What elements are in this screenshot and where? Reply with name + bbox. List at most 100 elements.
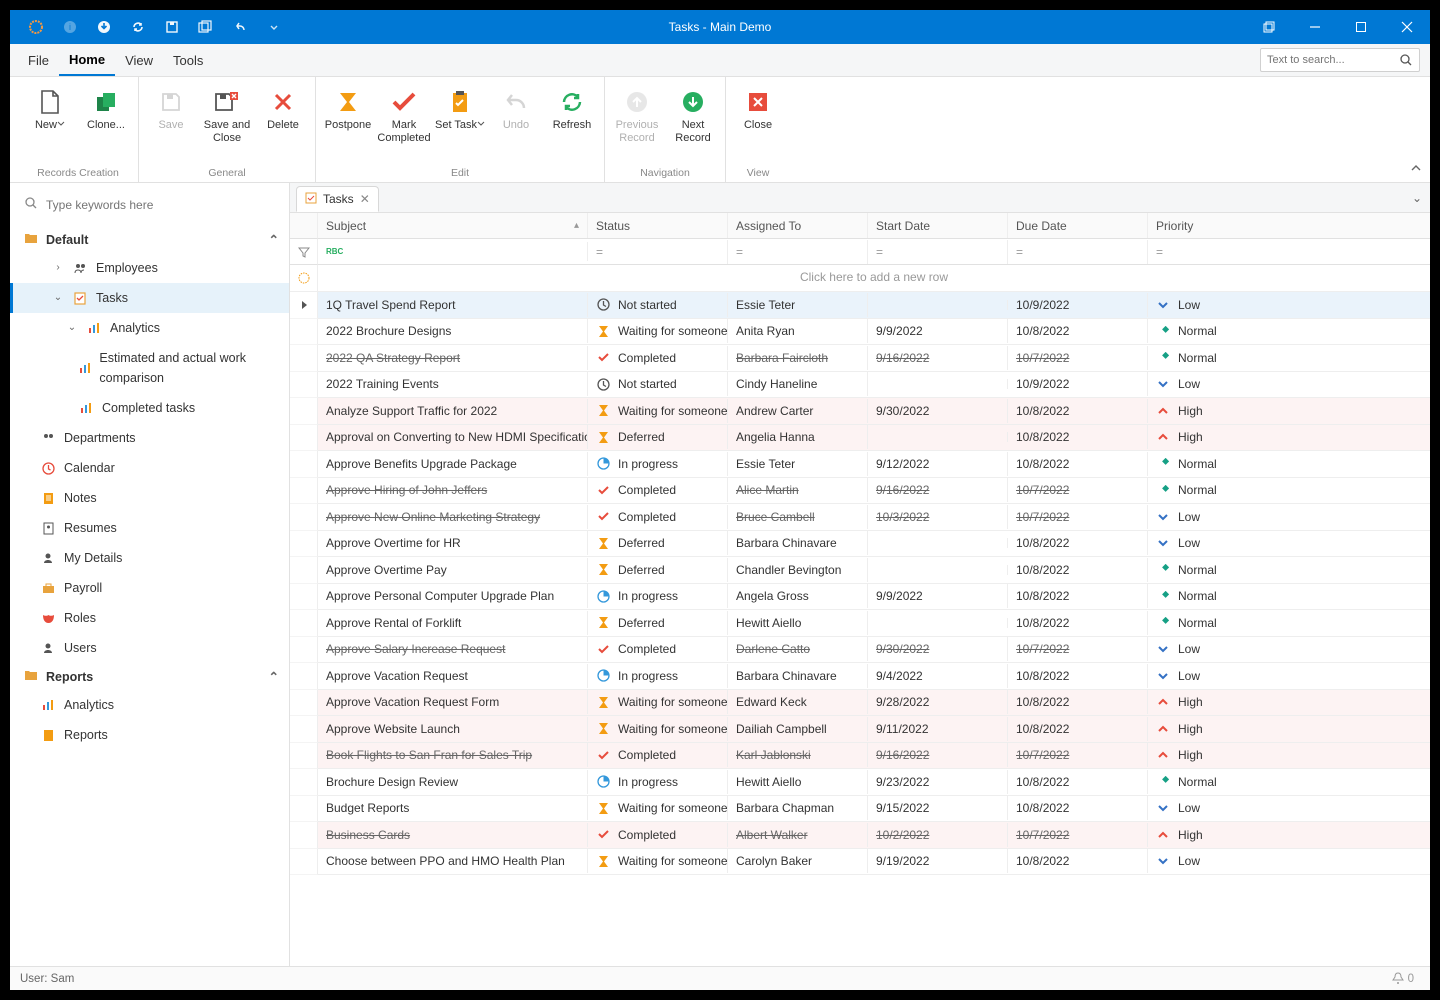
cell-priority[interactable]: Normal [1148, 584, 1278, 608]
cell-assigned[interactable]: Alice Martin [728, 478, 868, 502]
cell-subject[interactable]: Book Flights to San Fran for Sales Trip [318, 743, 588, 767]
cell-status[interactable]: In progress [588, 584, 728, 608]
cell-subject[interactable]: Approve Hiring of John Jeffers [318, 478, 588, 502]
cell-priority[interactable]: Normal [1148, 346, 1278, 370]
filter-priority[interactable]: = [1148, 240, 1278, 264]
row-indicator[interactable] [290, 610, 318, 637]
cell-priority[interactable]: High [1148, 743, 1278, 767]
table-row[interactable]: Approve Vacation RequestIn progressBarba… [318, 663, 1430, 690]
cell-due[interactable]: 10/8/2022 [1008, 717, 1148, 741]
search-icon[interactable] [1399, 53, 1413, 67]
cell-priority[interactable]: High [1148, 823, 1278, 847]
sidebar-item-notes[interactable]: Notes [10, 483, 289, 513]
cell-assigned[interactable]: Chandler Bevington [728, 558, 868, 582]
table-row[interactable]: Approve Website LaunchWaiting for someon… [318, 716, 1430, 743]
cell-due[interactable]: 10/7/2022 [1008, 823, 1148, 847]
cell-priority[interactable]: Normal [1148, 452, 1278, 476]
cell-subject[interactable]: Approve New Online Marketing Strategy [318, 505, 588, 529]
cell-status[interactable]: Completed [588, 505, 728, 529]
cell-due[interactable]: 10/8/2022 [1008, 452, 1148, 476]
filter-subject[interactable]: RBC [318, 242, 588, 261]
table-row[interactable]: Approve Personal Computer Upgrade PlanIn… [318, 584, 1430, 611]
cell-subject[interactable]: Approve Overtime for HR [318, 531, 588, 555]
cell-due[interactable]: 10/8/2022 [1008, 611, 1148, 635]
table-row[interactable]: Approve Rental of ForkliftDeferredHewitt… [318, 610, 1430, 637]
cell-priority[interactable]: Low [1148, 505, 1278, 529]
cell-due[interactable]: 10/8/2022 [1008, 796, 1148, 820]
sidebar-search-box[interactable] [18, 191, 281, 218]
cell-due[interactable]: 10/7/2022 [1008, 637, 1148, 661]
cell-assigned[interactable]: Andrew Carter [728, 399, 868, 423]
cell-status[interactable]: Not started [588, 293, 728, 317]
sidebar-item-completed-tasks[interactable]: Completed tasks [10, 393, 289, 423]
cell-assigned[interactable]: Anita Ryan [728, 319, 868, 343]
cell-status[interactable]: In progress [588, 664, 728, 688]
filter-due[interactable]: = [1008, 240, 1148, 264]
cell-status[interactable]: Waiting for someone else [588, 399, 728, 423]
cell-due[interactable]: 10/8/2022 [1008, 664, 1148, 688]
cell-subject[interactable]: Approval on Converting to New HDMI Speci… [318, 425, 588, 449]
filter-icon[interactable] [290, 239, 318, 265]
info-icon[interactable]: i [62, 19, 78, 35]
cell-start[interactable]: 9/30/2022 [868, 637, 1008, 661]
clone-button[interactable]: Clone... [78, 81, 134, 147]
cell-subject[interactable]: 1Q Travel Spend Report [318, 293, 588, 317]
cell-start[interactable] [868, 379, 1008, 389]
sidebar-item-mydetails[interactable]: My Details [10, 543, 289, 573]
cell-subject[interactable]: Approve Benefits Upgrade Package [318, 452, 588, 476]
cell-assigned[interactable]: Edward Keck [728, 690, 868, 714]
filter-status[interactable]: = [588, 240, 728, 264]
row-indicator[interactable] [290, 637, 318, 664]
sidebar-item-roles[interactable]: Roles [10, 603, 289, 633]
cell-due[interactable]: 10/9/2022 [1008, 293, 1148, 317]
cell-status[interactable]: Completed [588, 478, 728, 502]
delete-button[interactable]: Delete [255, 81, 311, 147]
cell-subject[interactable]: Approve Salary Increase Request [318, 637, 588, 661]
cell-start[interactable]: 9/11/2022 [868, 717, 1008, 741]
sidebar-item-analytics[interactable]: ⌄Analytics [10, 313, 289, 343]
cell-due[interactable]: 10/8/2022 [1008, 584, 1148, 608]
cell-due[interactable]: 10/8/2022 [1008, 849, 1148, 873]
new-row-cell[interactable]: Click here to add a new row [318, 265, 1430, 292]
save-close-button[interactable]: Save and Close [199, 81, 255, 147]
menu-file[interactable]: File [18, 44, 59, 76]
cell-subject[interactable]: Analyze Support Traffic for 2022 [318, 399, 588, 423]
cell-priority[interactable]: High [1148, 425, 1278, 449]
cell-status[interactable]: Deferred [588, 611, 728, 635]
cell-start[interactable]: 9/9/2022 [868, 319, 1008, 343]
table-row[interactable]: Budget ReportsWaiting for someone elseBa… [318, 796, 1430, 823]
sidebar-group-default[interactable]: Default ⌃ [10, 226, 289, 253]
cell-subject[interactable]: Approve Vacation Request [318, 664, 588, 688]
next-record-button[interactable]: Next Record [665, 81, 721, 147]
filter-start[interactable]: = [868, 240, 1008, 264]
cell-priority[interactable]: Normal [1148, 319, 1278, 343]
restore-window-icon[interactable] [1246, 10, 1292, 44]
sidebar-item-tasks[interactable]: ⌄Tasks [10, 283, 289, 313]
cell-status[interactable]: In progress [588, 770, 728, 794]
cell-priority[interactable]: Low [1148, 531, 1278, 555]
minimize-icon[interactable] [1292, 10, 1338, 44]
column-start[interactable]: Start Date [868, 213, 1008, 238]
cell-assigned[interactable]: Bruce Cambell [728, 505, 868, 529]
cell-priority[interactable]: Normal [1148, 770, 1278, 794]
table-row[interactable]: Approve Hiring of John JeffersCompletedA… [318, 478, 1430, 505]
sidebar-item-calendar[interactable]: Calendar [10, 453, 289, 483]
cell-assigned[interactable]: Barbara Chinavare [728, 531, 868, 555]
cell-start[interactable]: 9/19/2022 [868, 849, 1008, 873]
cell-assigned[interactable]: Essie Teter [728, 452, 868, 476]
cell-due[interactable]: 10/8/2022 [1008, 425, 1148, 449]
table-row[interactable]: Approve New Online Marketing StrategyCom… [318, 504, 1430, 531]
table-row[interactable]: Approve Overtime for HRDeferredBarbara C… [318, 531, 1430, 558]
cell-subject[interactable]: 2022 QA Strategy Report [318, 346, 588, 370]
cell-due[interactable]: 10/7/2022 [1008, 346, 1148, 370]
cell-assigned[interactable]: Angelia Hanna [728, 425, 868, 449]
cell-due[interactable]: 10/7/2022 [1008, 478, 1148, 502]
undo-quick-icon[interactable] [232, 19, 248, 35]
cell-start[interactable]: 9/28/2022 [868, 690, 1008, 714]
column-assigned[interactable]: Assigned To [728, 213, 868, 238]
sidebar-group-reports[interactable]: Reports ⌃ [10, 663, 289, 690]
table-row[interactable]: Business CardsCompletedAlbert Walker10/2… [318, 822, 1430, 849]
filter-assigned[interactable]: = [728, 240, 868, 264]
column-due[interactable]: Due Date [1008, 213, 1148, 238]
sidebar-item-reports-reports[interactable]: Reports [10, 720, 289, 750]
